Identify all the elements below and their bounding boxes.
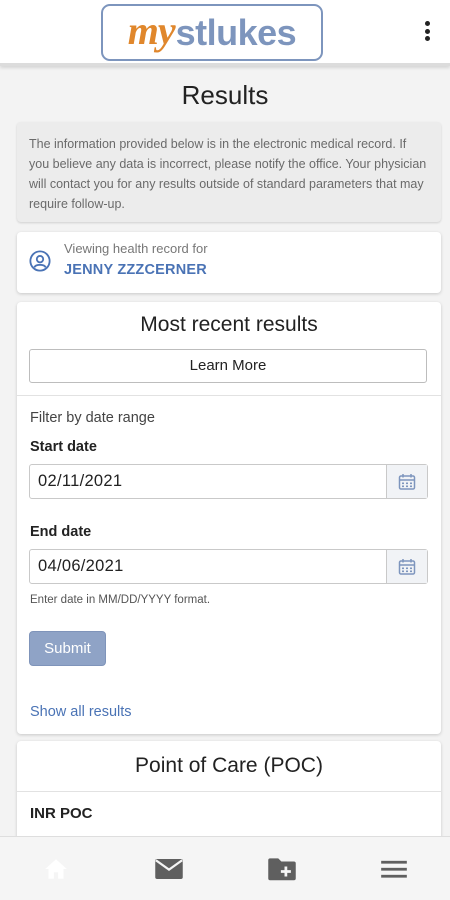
- poc-title: Point of Care (POC): [135, 754, 323, 777]
- end-date-label: End date: [30, 524, 92, 540]
- start-date-label: Start date: [30, 439, 97, 455]
- recent-results-card: Most recent results Learn More Filter by…: [17, 302, 441, 734]
- logo-stlukes-text: stlukes: [175, 11, 297, 53]
- show-all-results-link[interactable]: Show all results: [30, 704, 132, 720]
- learn-more-button[interactable]: Learn More: [29, 349, 427, 383]
- calendar-icon: [398, 558, 416, 575]
- start-date-calendar-button[interactable]: [386, 465, 427, 498]
- health-record-card: Viewing health record for JENNY ZZZCERNE…: [17, 232, 441, 293]
- bottom-navigation: [0, 836, 450, 900]
- mystlukes-logo[interactable]: my stlukes: [101, 4, 323, 61]
- home-icon: [45, 859, 67, 879]
- info-notice: The information provided below is in the…: [17, 122, 441, 222]
- start-date-field: [29, 464, 428, 499]
- page-title: Results: [181, 80, 269, 110]
- divider: [17, 791, 441, 792]
- recent-results-title: Most recent results: [140, 313, 318, 336]
- submit-button[interactable]: Submit: [29, 631, 106, 666]
- app-header: my stlukes: [0, 0, 450, 66]
- inr-poc-item[interactable]: INR POC: [30, 805, 93, 822]
- nav-home[interactable]: [40, 853, 72, 885]
- end-date-field: [29, 549, 428, 584]
- more-options-icon[interactable]: [420, 18, 434, 44]
- calendar-icon: [398, 473, 416, 490]
- patient-name[interactable]: JENNY ZZZCERNER: [64, 262, 207, 278]
- person-circle-icon: [29, 250, 51, 272]
- divider: [17, 395, 441, 396]
- point-of-care-card: Point of Care (POC) INR POC: [17, 741, 441, 851]
- folder-add-icon: [268, 858, 296, 881]
- end-date-input[interactable]: [30, 550, 386, 583]
- nav-messages[interactable]: [153, 853, 185, 885]
- start-date-input[interactable]: [30, 465, 386, 498]
- filter-label: Filter by date range: [30, 410, 155, 426]
- mail-icon: [155, 859, 183, 879]
- viewing-record-label: Viewing health record for: [64, 241, 208, 256]
- menu-icon: [381, 860, 407, 878]
- end-date-calendar-button[interactable]: [386, 550, 427, 583]
- nav-records[interactable]: [266, 853, 298, 885]
- nav-menu[interactable]: [378, 853, 410, 885]
- date-format-hint: Enter date in MM/DD/YYYY format.: [30, 594, 211, 606]
- logo-my-text: my: [127, 8, 176, 53]
